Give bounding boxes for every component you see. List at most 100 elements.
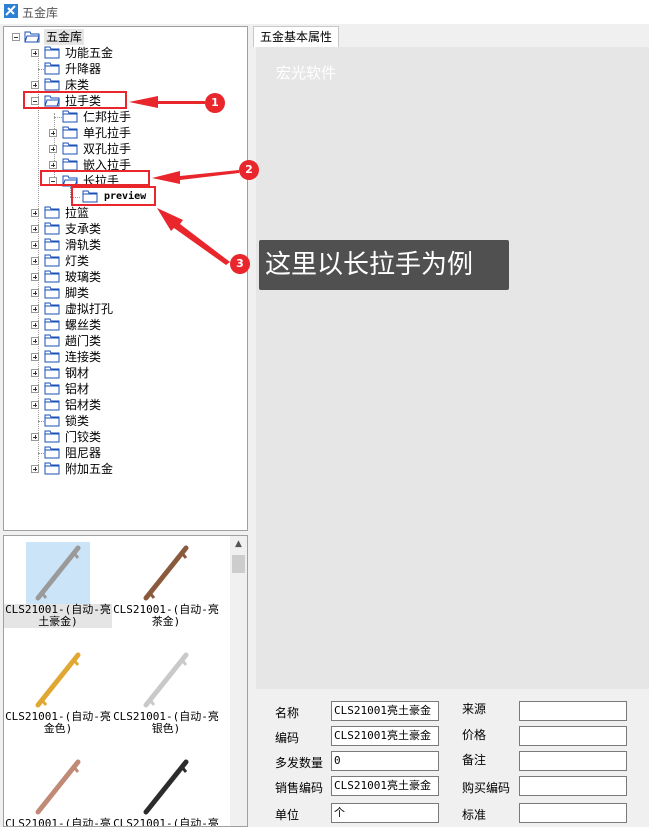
expand-icon[interactable] [31,385,39,393]
tree-item-jiao[interactable]: 脚类 [4,285,244,301]
expand-icon[interactable] [31,353,39,361]
expand-icon[interactable] [49,161,57,169]
handle-post [148,699,156,706]
scroll-up-icon[interactable]: ▲ [230,536,247,553]
expand-icon[interactable] [49,145,57,153]
tree-item-label: 阻尼器 [65,446,102,460]
tree-item-gangcai[interactable]: 钢材 [4,365,244,381]
standard-field[interactable] [519,803,627,823]
gallery-item[interactable]: CLS21001-(自动-亮 [112,752,220,826]
expand-icon[interactable] [31,289,39,297]
tree-connector [54,117,62,118]
folder-icon [44,270,60,283]
tree-root[interactable]: 五金库 [4,29,244,45]
folder-icon [44,206,60,219]
tree-item-boli[interactable]: 玻璃类 [4,269,244,285]
expand-icon[interactable] [31,433,39,441]
tree-item-label: 门铰类 [65,430,102,444]
sales-code-field[interactable]: CLS21001亮土豪金 [331,776,439,796]
multi-quantity-label: 多发数量 [275,756,324,770]
tree-item-menjiao[interactable]: 门铰类 [4,429,244,445]
expand-icon[interactable] [31,465,39,473]
tree-item-zhicheng[interactable]: 支承类 [4,221,244,237]
tree-item-lvcai[interactable]: 铝材 [4,381,244,397]
handle-thumbnail [143,545,189,601]
folder-icon [44,62,60,75]
tree-root-label: 五金库 [44,29,85,45]
tree-item-tangmen[interactable]: 趟门类 [4,333,244,349]
expand-icon[interactable] [31,257,39,265]
tree-item-zuniqi[interactable]: 阻尼器 [4,445,244,461]
app-icon [4,4,18,18]
tree-item-xunidakong[interactable]: 虚拟打孔 [4,301,244,317]
folder-icon [62,126,78,139]
folder-icon [44,350,60,363]
folder-icon [44,334,60,347]
handle-thumbnail [143,652,189,708]
expand-icon[interactable] [31,273,39,281]
tree-item-fujia[interactable]: 附加五金 [4,461,244,477]
folder-icon [44,462,60,475]
open-folder-icon [24,31,40,43]
tree-item-luosi[interactable]: 螺丝类 [4,317,244,333]
standard-label: 标准 [462,808,487,822]
name-field[interactable]: CLS21001亮土豪金 [331,701,439,721]
tree-item-label: 单孔拉手 [83,126,132,140]
tree-item-deng[interactable]: 灯类 [4,253,244,269]
tab-basic-properties[interactable]: 五金基本属性 [253,26,340,47]
gallery-scrollbar[interactable]: ▲ [230,536,247,826]
gallery-item[interactable]: CLS21001-(自动-亮 茶金) [112,538,220,638]
note-field[interactable] [519,751,627,771]
tree-item-lianjie[interactable]: 连接类 [4,349,244,365]
expand-icon[interactable] [49,129,57,137]
gallery-item[interactable]: CLS21001-(自动-亮 [4,752,112,827]
tree-item-suo[interactable]: 锁类 [4,413,244,429]
expand-icon[interactable] [31,81,39,89]
tree-item-renbang[interactable]: 仁邦拉手 [4,109,244,125]
tree-item-huagui[interactable]: 滑轨类 [4,237,244,253]
expand-icon[interactable] [31,321,39,329]
price-field[interactable] [519,726,627,746]
unit-field[interactable]: 个 [331,803,439,823]
title-bar: 五金库 [0,0,649,24]
tree-item-label: 虚拟打孔 [65,302,114,316]
code-field[interactable]: CLS21001亮土豪金 [331,726,439,746]
handle-post [72,552,80,559]
gallery-caption: CLS21001-(自动-亮 金色) [4,711,112,735]
tree-item-shengjiangqi[interactable]: 升降器 [4,61,244,77]
tree-item-lvcailei[interactable]: 铝材类 [4,397,244,413]
source-field[interactable] [519,701,627,721]
expand-icon[interactable] [31,305,39,313]
tree-item-lalan[interactable]: 拉篮 [4,205,244,221]
handle-bar [143,652,189,708]
handle-post [72,659,80,666]
tree-item-shuangkong[interactable]: 双孔拉手 [4,141,244,157]
expand-icon[interactable] [31,401,39,409]
highlight-box-preview [71,186,156,206]
tree-item-gongneng[interactable]: 功能五金 [4,45,244,61]
expand-icon[interactable] [31,209,39,217]
expand-icon[interactable] [31,49,39,57]
folder-icon [44,238,60,251]
gallery-item[interactable]: CLS21001-(自动-亮 银色) [112,645,220,745]
scroll-thumb[interactable] [232,555,245,573]
folder-icon [44,382,60,395]
gallery-item[interactable]: CLS21001-(自动-亮 金色) [4,645,112,745]
folder-icon [62,110,78,123]
gallery-caption-line: 土豪金) [38,615,78,628]
expand-icon[interactable] [31,241,39,249]
thumbnail-gallery[interactable]: CLS21001-(自动-亮 土豪金) CLS21001-(自动-亮 茶金) C… [3,535,248,827]
gallery-item[interactable]: CLS21001-(自动-亮 土豪金) [4,538,112,638]
expand-icon[interactable] [31,225,39,233]
multi-quantity-field[interactable]: 0 [331,751,439,771]
tree-item-label: 连接类 [65,350,102,364]
gallery-caption-line: 银色) [151,722,181,735]
tree-item-dankong[interactable]: 单孔拉手 [4,125,244,141]
tree-item-label: 功能五金 [65,46,114,60]
purchase-code-field[interactable] [519,776,627,796]
expand-icon[interactable] [31,337,39,345]
gallery-caption: CLS21001-(自动-亮 [4,818,112,827]
expand-icon[interactable] [31,369,39,377]
gallery-caption-line: 茶金) [151,615,181,628]
collapse-icon[interactable] [12,33,20,41]
